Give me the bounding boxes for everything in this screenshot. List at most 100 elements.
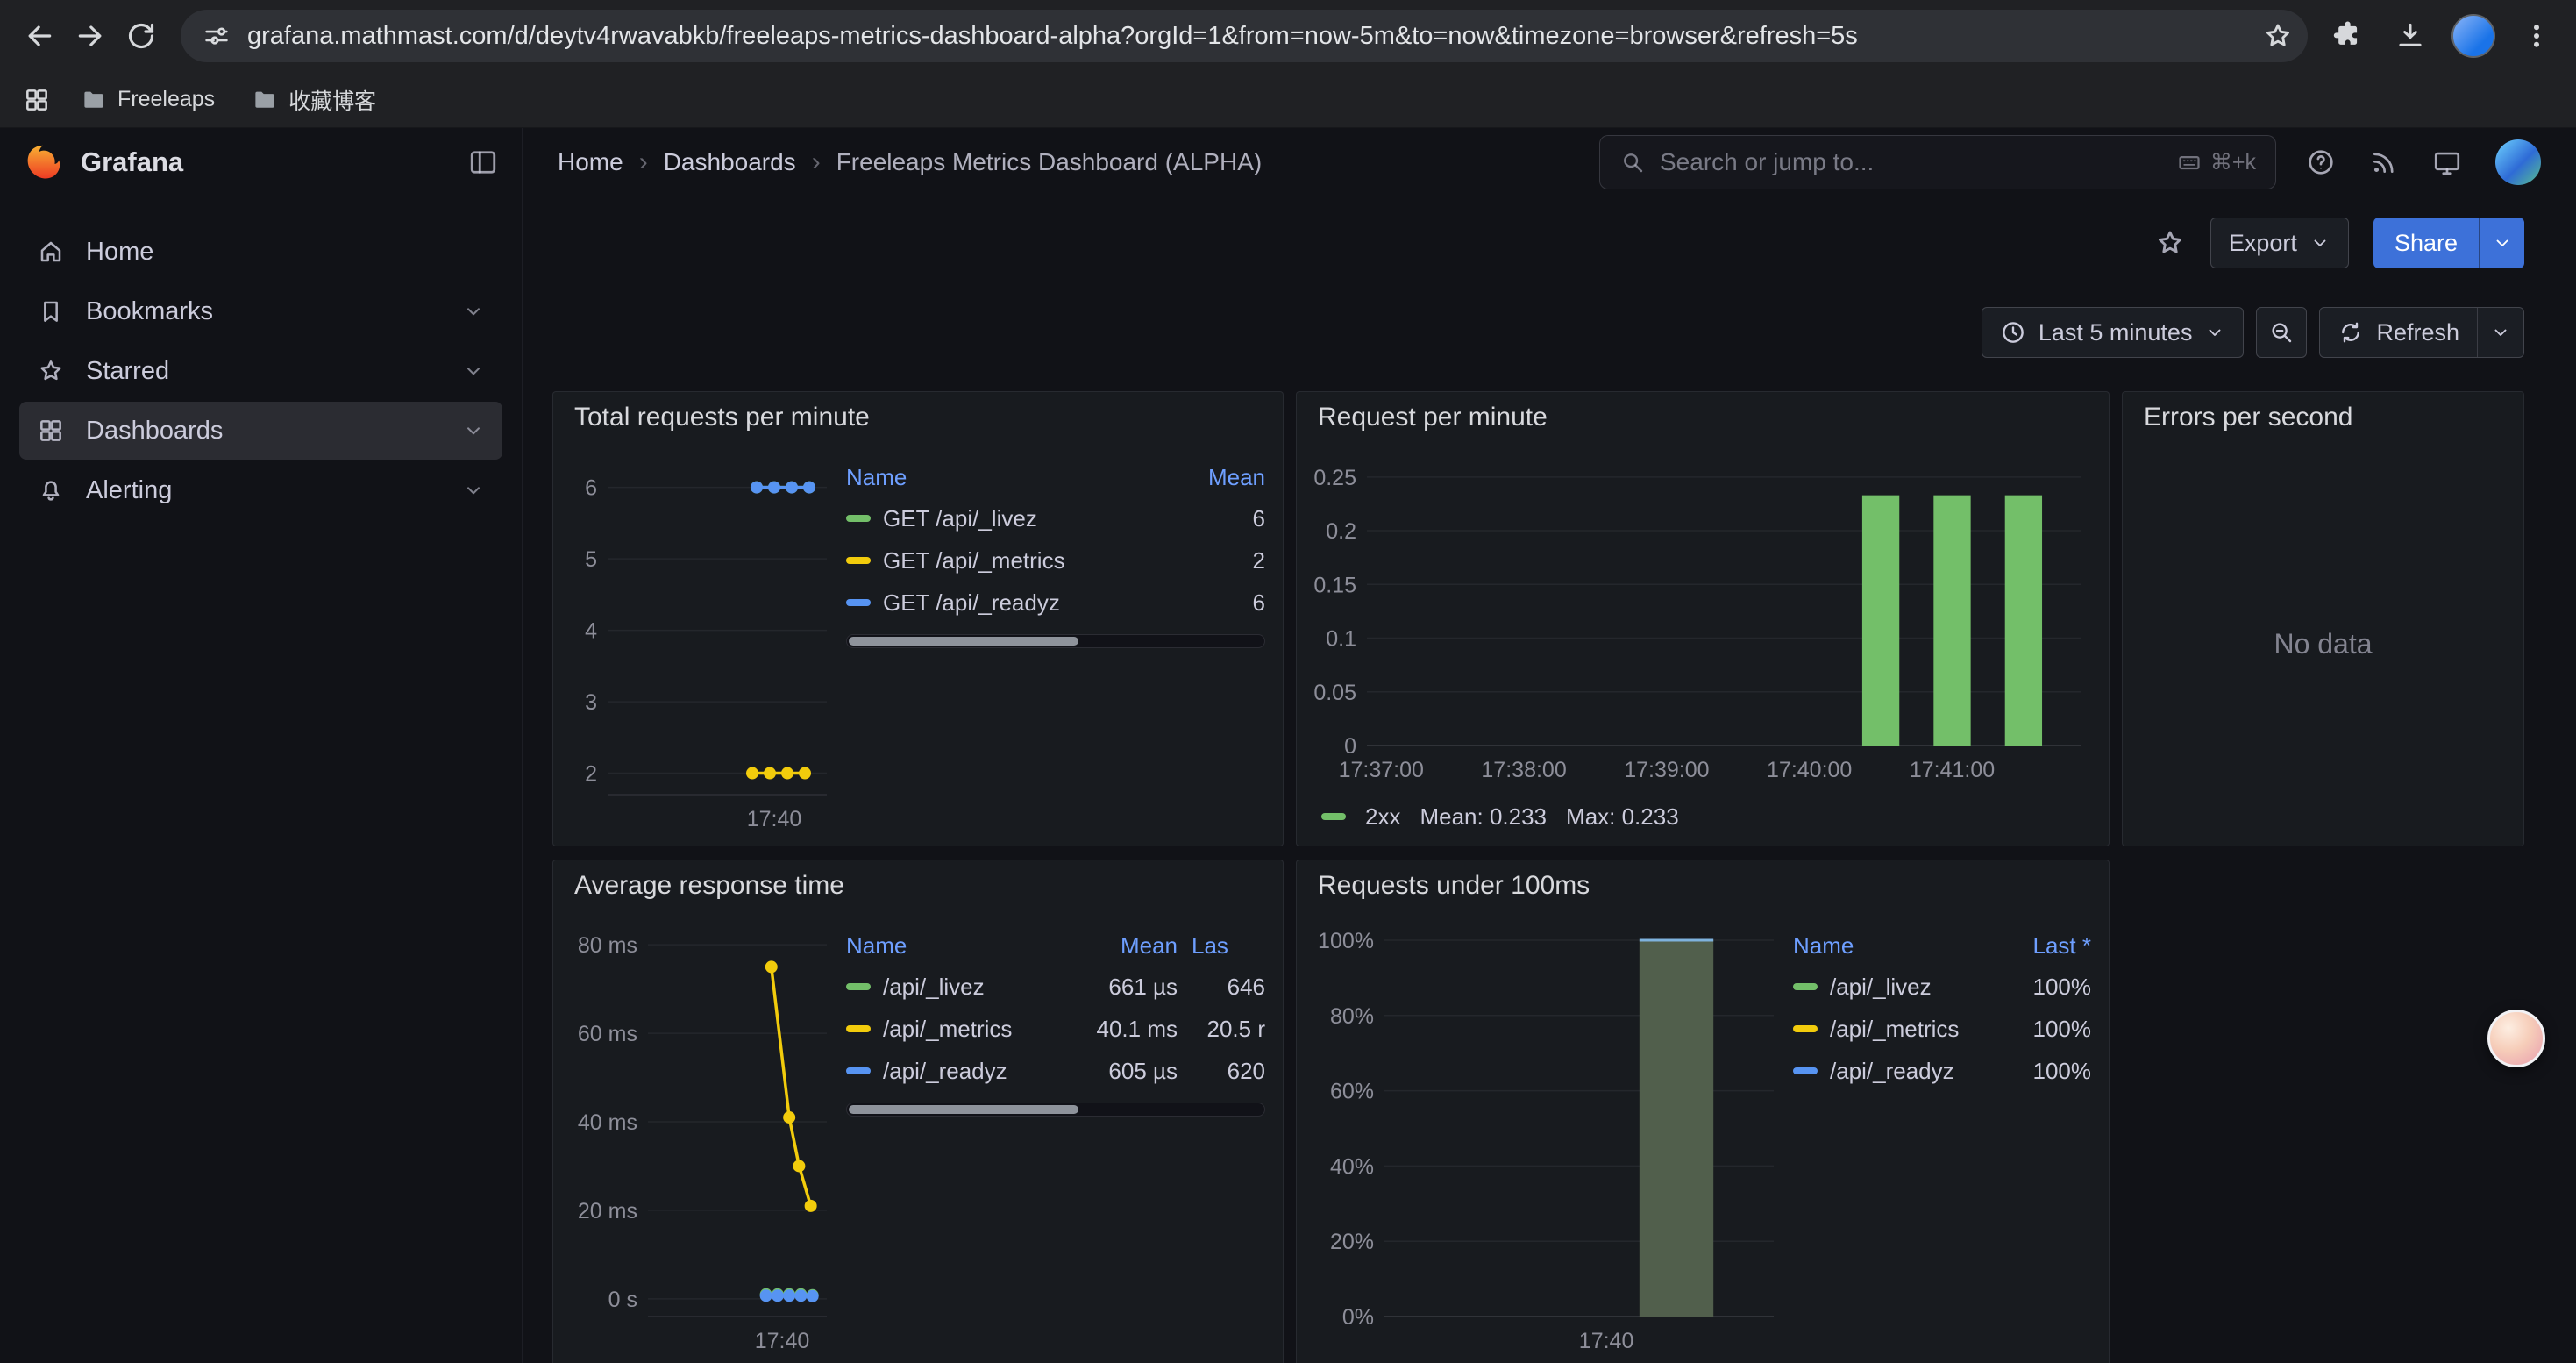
bookmark-folder-label: Freeleaps (117, 87, 215, 112)
legend-header-name[interactable]: Name (1793, 932, 1981, 960)
svg-text:4: 4 (585, 619, 597, 644)
user-profile-button[interactable] (2495, 139, 2541, 185)
keyboard-icon (2177, 150, 2202, 175)
panel-header[interactable]: Errors per second (2123, 392, 2523, 443)
bookmark-folder-blogs[interactable]: 收藏博客 (238, 77, 390, 123)
legend-header-last[interactable]: Last * (1995, 932, 2091, 960)
series-name[interactable]: GET /api/_readyz (883, 589, 1060, 617)
legend-scrollbar-thumb[interactable] (849, 1105, 1078, 1114)
sidebar-item-bookmarks[interactable]: Bookmarks (19, 282, 502, 340)
star-icon (37, 357, 65, 385)
series-swatch (1321, 813, 1346, 820)
browser-toolbar: grafana.mathmast.com/d/deytv4rwavabkb/fr… (0, 0, 2576, 72)
legend-header-name[interactable]: Name (846, 464, 1172, 491)
breadcrumb-current: Freeleaps Metrics Dashboard (ALPHA) (836, 148, 1263, 176)
panel-header[interactable]: Requests under 100ms (1297, 860, 2109, 911)
browser-menu-button[interactable] (2511, 11, 2562, 61)
legend-scrollbar-thumb[interactable] (849, 637, 1078, 646)
series-name[interactable]: GET /api/_metrics (883, 547, 1065, 574)
legend-row: GET /api/_livez 6 (846, 497, 1265, 539)
chevron-down-icon[interactable] (462, 419, 485, 442)
panel-average-response-time: Average response time 80 ms60 ms40 ms20 … (552, 860, 1284, 1363)
sidebar-item-starred[interactable]: Starred (19, 342, 502, 400)
series-swatch (846, 599, 871, 606)
chevron-down-icon[interactable] (462, 479, 485, 502)
search-shortcut-keys: ⌘+k (2210, 149, 2256, 175)
site-settings-icon[interactable] (202, 21, 231, 51)
series-name[interactable]: 2xx (1365, 803, 1400, 831)
total-requests-chart: 6543217:40 (567, 446, 837, 835)
browser-toolbar-right (2322, 11, 2562, 61)
panel-title[interactable]: Requests under 100ms (1318, 871, 1590, 901)
legend-table: Name Mean Las /api/_livez 661 µs 646 (846, 915, 1265, 1357)
download-icon (2394, 19, 2427, 53)
legend-row: /api/_livez 100% (1793, 966, 2091, 1008)
panel-header[interactable]: Total requests per minute (553, 392, 1283, 443)
puzzle-icon (2330, 19, 2364, 53)
legend-table: Name Last * /api/_livez 100% /api/_metri… (1793, 915, 2091, 1357)
svg-text:0.15: 0.15 (1313, 573, 1356, 597)
panel-title[interactable]: Total requests per minute (574, 403, 870, 432)
svg-text:20%: 20% (1330, 1230, 1374, 1254)
legend-header-last[interactable]: Las (1192, 932, 1265, 960)
legend-row: /api/_metrics 40.1 ms 20.5 r (846, 1008, 1265, 1050)
browser-back-button[interactable] (14, 11, 65, 61)
panel-title[interactable]: Request per minute (1318, 403, 1548, 432)
sidebar-item-label: Home (86, 238, 153, 267)
bookmark-folder-freeleaps[interactable]: Freeleaps (67, 80, 229, 120)
series-name[interactable]: /api/_readyz (883, 1058, 1007, 1085)
extensions-button[interactable] (2322, 11, 2373, 61)
series-swatch (846, 1067, 871, 1074)
bookmark-folder-label: 收藏博客 (288, 84, 376, 116)
panel-title[interactable]: Average response time (574, 871, 844, 901)
panel-title[interactable]: Errors per second (2144, 403, 2352, 432)
sidebar-item-home[interactable]: Home (19, 223, 502, 281)
series-name[interactable]: /api/_metrics (1830, 1016, 1959, 1043)
search-input[interactable]: Search or jump to... ⌘+k (1599, 135, 2276, 189)
screen: grafana.mathmast.com/d/deytv4rwavabkb/fr… (0, 0, 2576, 1363)
svg-text:17:40: 17:40 (747, 807, 802, 831)
breadcrumb-separator: › (812, 147, 821, 177)
chevron-down-icon[interactable] (462, 360, 485, 382)
sidebar-item-dashboards[interactable]: Dashboards (19, 402, 502, 460)
side-panel-button[interactable] (16, 79, 58, 121)
breadcrumb-dashboards[interactable]: Dashboards (664, 148, 796, 176)
panel-header[interactable]: Request per minute (1297, 392, 2109, 443)
breadcrumb-home[interactable]: Home (558, 148, 623, 176)
downloads-button[interactable] (2385, 11, 2436, 61)
news-button[interactable] (2369, 147, 2399, 177)
legend-scrollbar[interactable] (846, 634, 1265, 648)
legend-header-name[interactable]: Name (846, 932, 1058, 960)
collapse-sidebar-button[interactable] (467, 146, 499, 178)
series-swatch (846, 515, 871, 522)
series-swatch (1793, 1025, 1818, 1032)
panel-header[interactable]: Average response time (553, 860, 1283, 911)
kiosk-mode-button[interactable] (2432, 147, 2462, 177)
svg-text:0.1: 0.1 (1326, 627, 1356, 652)
assistant-avatar-overlay[interactable] (2487, 1010, 2545, 1067)
url-bar[interactable]: grafana.mathmast.com/d/deytv4rwavabkb/fr… (181, 10, 2308, 62)
chevron-down-icon[interactable] (462, 300, 485, 323)
legend-header-mean[interactable]: Mean (1072, 932, 1178, 960)
bookmark-page-button[interactable] (2262, 20, 2294, 52)
series-name[interactable]: GET /api/_livez (883, 505, 1037, 532)
help-button[interactable] (2306, 147, 2336, 177)
series-name[interactable]: /api/_livez (1830, 974, 1932, 1001)
legend-header-mean[interactable]: Mean (1186, 464, 1265, 491)
series-name[interactable]: /api/_readyz (1830, 1058, 1954, 1085)
url-text[interactable]: grafana.mathmast.com/d/deytv4rwavabkb/fr… (247, 22, 2246, 51)
sidebar-item-alerting[interactable]: Alerting (19, 461, 502, 519)
sidebar-item-label: Bookmarks (86, 297, 213, 326)
series-name[interactable]: /api/_livez (883, 974, 985, 1001)
browser-profile-button[interactable] (2448, 11, 2499, 61)
panel-total-requests-per-minute: Total requests per minute 6543217:40 Nam… (552, 391, 1284, 846)
sidebar: Home Bookmarks Starred Dashboards (0, 196, 523, 1363)
browser-reload-button[interactable] (116, 11, 167, 61)
series-name[interactable]: /api/_metrics (883, 1016, 1012, 1043)
panel-requests-under-100ms: Requests under 100ms 100%80%60%40%20%0%1… (1296, 860, 2110, 1363)
average-response-time-chart: 80 ms60 ms40 ms20 ms0 s17:40 (567, 915, 837, 1357)
browser-forward-button[interactable] (65, 11, 116, 61)
request-per-minute-chart: 0.250.20.150.10.05017:37:0017:38:0017:39… (1311, 446, 2091, 786)
legend-scrollbar[interactable] (846, 1103, 1265, 1117)
legend-table: Name Mean GET /api/_livez 6 GET /api/_me… (846, 446, 1265, 835)
